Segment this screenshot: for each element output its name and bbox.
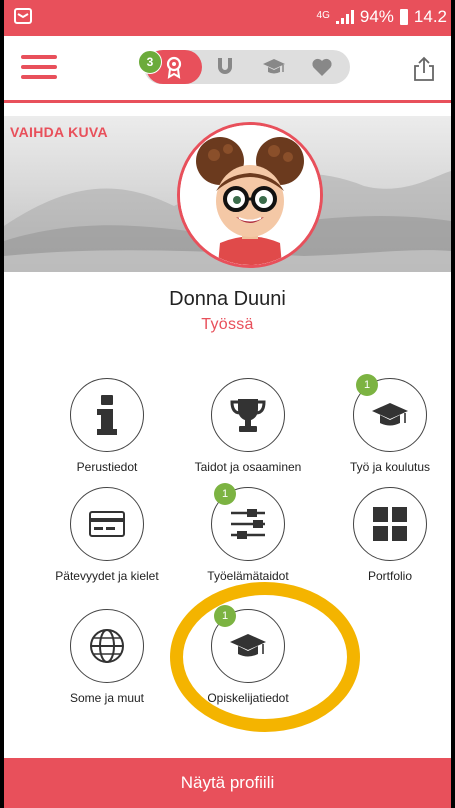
item-tyoelamataidot[interactable]: 1 Työelämätaidot xyxy=(178,483,318,597)
item-some-ja-muut[interactable]: Some ja muut xyxy=(37,609,177,719)
globe-icon xyxy=(70,609,144,683)
share-icon[interactable] xyxy=(413,56,435,82)
item-label: Portfolio xyxy=(367,569,413,583)
item-label: Some ja muut xyxy=(69,691,145,705)
card-icon xyxy=(70,487,144,561)
mail-icon xyxy=(14,7,32,30)
info-icon xyxy=(70,378,144,452)
trophy-icon xyxy=(211,378,285,452)
status-bar: 4G 94% 14.2 xyxy=(4,0,451,36)
graduation-cap-icon[interactable] xyxy=(262,55,286,79)
avatar[interactable] xyxy=(177,122,323,268)
item-label: Perustiedot xyxy=(76,460,138,474)
item-portfolio[interactable]: Portfolio xyxy=(320,487,451,597)
item-label: Taidot ja osaaminen xyxy=(194,460,302,474)
highlight-circle xyxy=(170,582,360,732)
tab-notification-badge: 3 xyxy=(138,50,162,74)
profile-name: Donna Duuni xyxy=(169,288,286,310)
tab-switcher xyxy=(144,50,350,84)
heart-icon[interactable] xyxy=(310,55,334,79)
signal-icon xyxy=(335,10,354,24)
app-bar: 3 xyxy=(4,36,451,103)
show-profile-button[interactable]: Näytä profiili xyxy=(4,758,451,808)
notification-badge: 1 xyxy=(356,374,378,396)
grid-icon xyxy=(353,487,427,561)
item-label: Työelämätaidot xyxy=(207,569,289,583)
item-perustiedot[interactable]: Perustiedot xyxy=(37,378,177,488)
battery-icon xyxy=(399,9,408,25)
magnet-icon[interactable] xyxy=(213,55,237,79)
battery-percent: 94% xyxy=(359,7,394,26)
profile-status: Työssä xyxy=(201,316,254,333)
item-label: Työ ja koulutus xyxy=(349,460,431,474)
item-patevyydet[interactable]: Pätevyydet ja kielet xyxy=(37,487,177,597)
app-screen: 4G 94% 14.2 3 VAIHDA KUVA Donna Duuni Ty… xyxy=(4,0,451,808)
item-taidot[interactable]: Taidot ja osaaminen xyxy=(178,378,318,488)
item-tyo-ja-koulutus[interactable]: 1 Työ ja koulutus xyxy=(320,374,451,488)
menu-icon[interactable] xyxy=(21,55,57,79)
change-photo-link[interactable]: VAIHDA KUVA xyxy=(10,124,108,140)
notification-badge: 1 xyxy=(214,483,236,505)
network-type: 4G xyxy=(316,9,330,21)
award-icon xyxy=(166,56,182,79)
item-label: Pätevyydet ja kielet xyxy=(55,569,159,583)
clock: 14.2 xyxy=(413,7,447,26)
